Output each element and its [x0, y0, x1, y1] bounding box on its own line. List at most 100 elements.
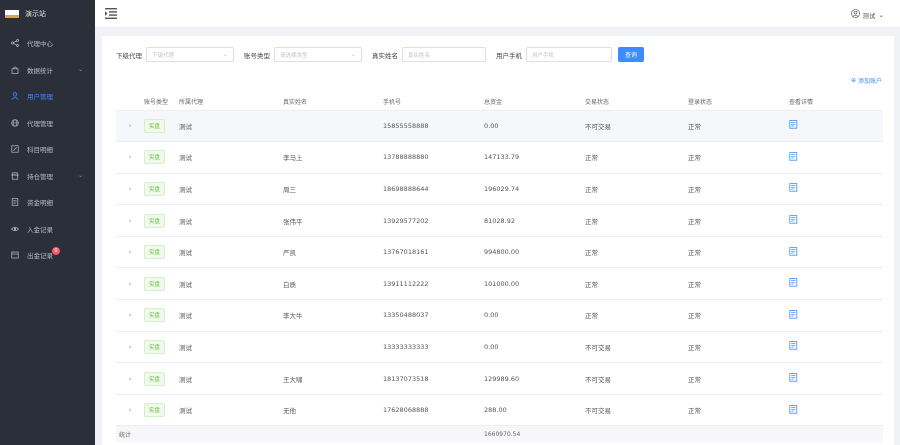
table-row[interactable]: › 实盘 测试 王大啸 18137073518 129989.60 不可交易 正常 — [116, 362, 883, 395]
trade-status-cell: 不可交易 — [585, 110, 688, 143]
column-header: 所属代理 — [179, 94, 283, 111]
logo[interactable]: 演示站 — [0, 0, 95, 28]
notification-badge: 0 — [52, 247, 60, 255]
sidebar-item[interactable]: 持仓管理 ⌄ — [0, 163, 95, 190]
table-row[interactable]: › 实盘 测试 15855558888 0.00 不可交易 正常 — [116, 110, 883, 143]
user-name: 测试 — [862, 11, 876, 20]
agent-cell: 测试 — [179, 362, 283, 395]
account-type-tag[interactable]: 实盘 — [144, 403, 166, 418]
sidebar-item-label: 用户管理 — [27, 93, 53, 102]
view-details-icon[interactable] — [789, 278, 798, 287]
details-cell — [789, 267, 883, 301]
user-menu[interactable]: 测试 ⌄ — [850, 9, 884, 20]
account-type-tag[interactable]: 实盘 — [144, 245, 166, 260]
phone-cell: 13929577202 — [383, 204, 484, 237]
agent-select[interactable]: 下级代理 ⌄ — [146, 47, 234, 62]
account-type-tag[interactable]: 实盘 — [144, 339, 166, 354]
total-funds-cell: 129989.60 — [484, 362, 585, 395]
expand-row-icon[interactable]: › — [116, 236, 144, 269]
type-select[interactable]: 请选择类型 ⌄ — [274, 47, 362, 62]
account-type-tag[interactable]: 实盘 — [144, 150, 166, 165]
account-type-cell: 实盘 — [144, 110, 179, 143]
account-type-cell: 实盘 — [144, 394, 179, 427]
expand-row-icon[interactable]: › — [116, 331, 144, 364]
plus-icon: ⊕ — [850, 77, 856, 84]
sidebar-item[interactable]: 科目明细 — [0, 136, 95, 163]
search-button[interactable]: 查询 — [618, 47, 645, 62]
view-details-icon[interactable] — [789, 341, 798, 351]
column-header: 查看详情 — [789, 94, 883, 111]
expand-row-icon[interactable]: › — [116, 110, 144, 143]
account-type-tag[interactable]: 实盘 — [144, 371, 166, 386]
expand-row-icon[interactable]: › — [116, 394, 144, 427]
view-details-icon[interactable] — [789, 373, 798, 382]
table-row[interactable]: › 实盘 测试 严凯 13767018161 994800.00 正常 正常 — [116, 236, 883, 269]
expand-row-icon[interactable]: › — [116, 299, 144, 332]
phone-input[interactable]: 用户手机 — [526, 47, 612, 62]
chevron-down-icon: ⌄ — [878, 10, 884, 19]
table-row[interactable]: › 实盘 测试 13333333333 0.00 不可交易 正常 — [116, 331, 883, 364]
account-type-tag[interactable]: 实盘 — [144, 213, 166, 228]
top-header: 测试 ⌄ — [95, 0, 900, 28]
real-name-cell: 白质 — [283, 267, 383, 301]
share-icon — [11, 39, 19, 48]
view-details-icon[interactable] — [789, 152, 798, 161]
expand-row-icon[interactable]: › — [116, 141, 144, 174]
agent-cell: 测试 — [179, 267, 283, 301]
sidebar-item[interactable]: 代理中心 — [0, 30, 95, 57]
expand-column-header — [116, 94, 144, 111]
real-name-cell: 李马上 — [283, 141, 383, 174]
table-row[interactable]: › 实盘 测试 李大牛 13350488037 0.00 正常 正常 — [116, 299, 883, 332]
account-type-tag[interactable]: 实盘 — [144, 118, 166, 133]
view-details-icon[interactable] — [789, 246, 798, 256]
footer-empty — [144, 425, 179, 442]
phone-cell: 13788888880 — [383, 141, 484, 174]
table-row[interactable]: › 实盘 测试 李马上 13788888880 147133.79 正常 正常 — [116, 141, 883, 174]
view-details-icon[interactable] — [789, 404, 798, 414]
expand-row-icon[interactable]: › — [116, 204, 144, 237]
phone-filter-label: 用户手机 — [496, 51, 522, 60]
logo-icon — [5, 10, 19, 18]
account-type-tag[interactable]: 实盘 — [144, 308, 166, 323]
view-details-icon[interactable] — [789, 310, 798, 319]
footer-empty — [585, 425, 688, 442]
account-type-cell: 实盘 — [144, 236, 179, 269]
real-name-cell: 无他 — [283, 394, 383, 427]
view-details-icon[interactable] — [789, 215, 798, 224]
account-type-tag[interactable]: 实盘 — [144, 181, 166, 196]
add-account-link[interactable]: ⊕ 添加账户 — [851, 76, 882, 85]
total-funds-cell: 0.00 — [484, 299, 585, 332]
table-row[interactable]: › 实盘 测试 白质 13911112222 101000.00 正常 正常 — [116, 267, 883, 301]
account-type-cell: 实盘 — [144, 267, 179, 301]
view-details-icon[interactable] — [789, 183, 798, 193]
view-details-icon[interactable] — [789, 120, 798, 129]
real-name-cell: 李大牛 — [283, 299, 383, 332]
sidebar-item[interactable]: 代理管理 — [0, 110, 95, 137]
sidebar-item[interactable]: 数据统计 ⌄ — [0, 57, 95, 84]
chevron-down-icon: ⌄ — [77, 172, 83, 180]
expand-row-icon[interactable]: › — [116, 362, 144, 395]
table-row[interactable]: › 实盘 测试 周三 18698888644 196029.74 正常 正常 — [116, 173, 883, 206]
expand-row-icon[interactable]: › — [116, 173, 144, 206]
sidebar-item[interactable]: 入金记录 — [0, 216, 95, 243]
phone-cell: 15855558888 — [383, 110, 484, 143]
name-input[interactable]: 真实姓名 — [402, 47, 486, 62]
sidebar-item[interactable]: 资金明细 — [0, 189, 95, 216]
table-row[interactable]: › 实盘 测试 张伟平 13929577202 81028.92 正常 正常 — [116, 204, 883, 237]
sidebar-item[interactable]: 出金记录 0 — [0, 242, 95, 269]
trade-status-cell: 正常 — [585, 173, 688, 206]
agent-cell: 测试 — [179, 236, 283, 269]
real-name-cell: 张伟平 — [283, 204, 383, 237]
table-row[interactable]: › 实盘 测试 无他 17628068888 288.00 不可交易 正常 — [116, 394, 883, 427]
total-funds-cell: 0.00 — [484, 110, 585, 143]
user-icon — [11, 92, 19, 101]
sidebar-item[interactable]: 用户管理 — [0, 83, 95, 110]
menu-toggle-icon[interactable] — [105, 8, 117, 19]
expand-row-icon[interactable]: › — [116, 267, 144, 301]
footer-empty — [383, 425, 484, 442]
trade-status-cell: 正常 — [585, 141, 688, 174]
table-body: › 实盘 测试 15855558888 0.00 不可交易 正常 › 实盘 测试 李马上 137888… — [116, 110, 883, 427]
phone-cell: 13911112222 — [383, 267, 484, 301]
account-type-tag[interactable]: 实盘 — [144, 276, 166, 291]
trade-status-cell: 不可交易 — [585, 331, 688, 364]
